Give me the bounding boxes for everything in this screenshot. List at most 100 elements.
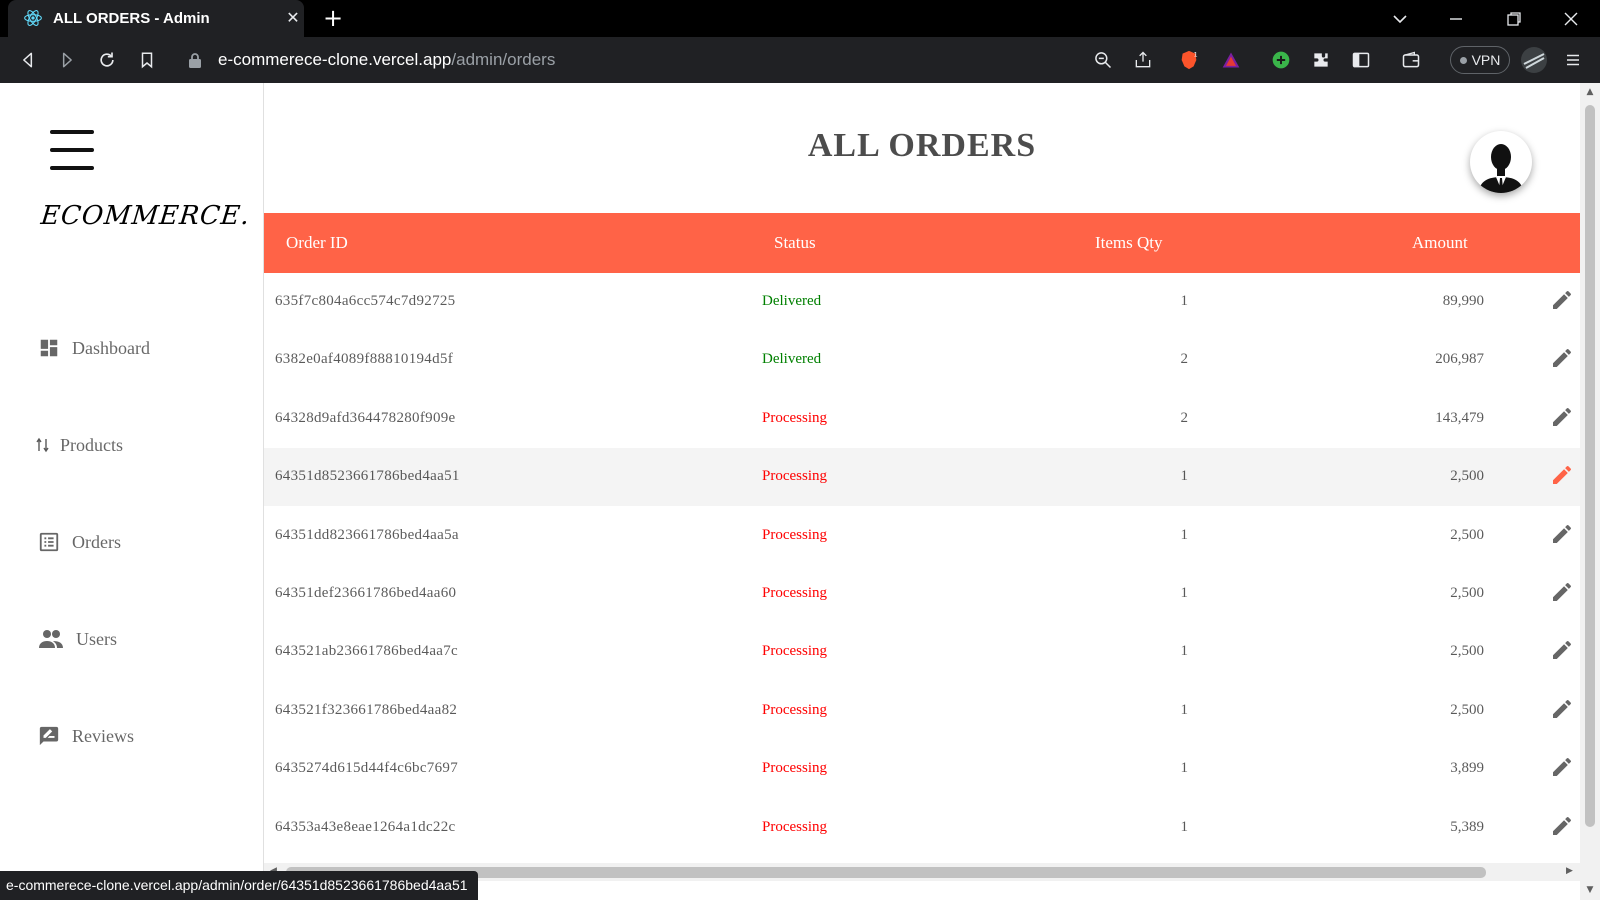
sidebar-item-users[interactable]: Users: [38, 624, 117, 654]
amount-cell: 2,500: [1450, 701, 1484, 718]
admin-sidebar: ECOMMERCE. Dashboard Products Orders Use…: [0, 83, 264, 900]
status-cell: Processing: [762, 409, 827, 426]
status-cell: Processing: [762, 701, 827, 718]
reload-icon: [100, 52, 114, 67]
brave-shields-button[interactable]: 1: [1178, 49, 1200, 71]
status-cell: Processing: [762, 585, 827, 601]
extensions-button[interactable]: [1310, 49, 1332, 71]
restore-icon[interactable]: [1502, 7, 1526, 31]
minimize-icon[interactable]: [1444, 7, 1468, 31]
table-row[interactable]: 64351d8523661786bed4aa51 Processing 1 2,500: [264, 448, 1580, 507]
green-plus-circle-icon: [1272, 51, 1290, 69]
share-icon: [1135, 51, 1151, 68]
people-icon: [38, 628, 64, 650]
vertical-scrollbar-thumb[interactable]: [1585, 105, 1595, 827]
status-cell: Processing: [762, 760, 827, 777]
status-cell: Delivered: [762, 351, 822, 368]
back-button[interactable]: [15, 47, 41, 73]
order-id-cell: 6382e0af4089f88810194d5f: [275, 351, 454, 368]
sidebar-item-products[interactable]: Products: [36, 430, 123, 460]
table-row[interactable]: 64328d9afd364478280f909e Processing 2 143,4…: [264, 390, 1580, 448]
edit-pencil-icon[interactable]: [1550, 755, 1574, 779]
sidebar-item-orders[interactable]: Orders: [38, 527, 121, 557]
sidebar-item-reviews[interactable]: Reviews: [38, 721, 134, 751]
amount-cell: 5,389: [1450, 818, 1484, 835]
amount-cell: 89,990: [1442, 293, 1484, 309]
column-header-status[interactable]: Status: [774, 233, 816, 253]
vpn-label: VPN: [1471, 52, 1501, 68]
edit-pencil-icon[interactable]: [1550, 463, 1574, 487]
zoom-button[interactable]: [1092, 49, 1114, 71]
sidebar-panel-icon: [1352, 52, 1370, 68]
order-id-cell: 64353a43e8eae1264a1dc22c: [275, 818, 456, 835]
table-row[interactable]: 6382e0af4089f88810194d5f Delivered 2 206,98…: [264, 331, 1580, 389]
scroll-up-arrow-icon[interactable]: ▲: [1585, 87, 1595, 97]
edit-pencil-icon[interactable]: [1550, 814, 1574, 838]
scroll-right-arrow-icon[interactable]: ▶: [1566, 866, 1573, 876]
forward-arrow-icon: [62, 52, 72, 68]
wallet-button[interactable]: [1400, 49, 1422, 71]
vpn-status-dot: [1459, 56, 1467, 64]
bookmark-button[interactable]: [134, 47, 160, 73]
table-row[interactable]: 635f7c804a6cc574c7d92725 Delivered 1 89,990: [264, 273, 1580, 331]
sidebar-item-dashboard[interactable]: Dashboard: [38, 333, 150, 363]
amount-cell: 3,899: [1450, 760, 1484, 777]
status-cell: Processing: [762, 526, 827, 543]
order-id-cell: 635f7c804a6cc574c7d92725: [275, 293, 456, 309]
admin-page: ECOMMERCE. Dashboard Products Orders Use…: [0, 83, 1600, 900]
address-bar[interactable]: e-commerece-clone.vercel.app/admin/order…: [178, 43, 1178, 77]
browser-menu-button[interactable]: [1562, 49, 1584, 71]
extension-green-button[interactable]: [1270, 49, 1292, 71]
browser-toolbar: e-commerece-clone.vercel.app/admin/order…: [0, 37, 1600, 83]
table-row[interactable]: 6435274d615d44f4c6bc7697 Processing 1 3,899: [264, 740, 1580, 798]
sidebar-item-label: Users: [76, 628, 117, 649]
list-alt-icon: [38, 531, 60, 553]
table-row[interactable]: 643521ab23661786bed4aa7c Processing 1 2,500: [264, 623, 1580, 681]
profile-button[interactable]: [1520, 46, 1548, 74]
sidebar-toggle-button[interactable]: [1350, 49, 1372, 71]
page-title: ALL ORDERS: [807, 127, 1037, 164]
column-header-order-id[interactable]: Order ID: [286, 233, 348, 253]
edit-pencil-icon[interactable]: [1550, 697, 1574, 721]
edit-pencil-icon[interactable]: [1550, 522, 1574, 546]
hamburger-menu-icon: [1567, 54, 1579, 66]
brave-lion-icon: 1: [1181, 50, 1198, 70]
tab-close-icon[interactable]: ✕: [284, 9, 302, 27]
new-tab-button[interactable]: +: [322, 6, 344, 30]
edit-pencil-icon[interactable]: [1550, 580, 1574, 604]
items-qty-cell: 2: [1180, 351, 1189, 368]
amount-cell: 2,500: [1450, 526, 1484, 543]
column-header-items-qty[interactable]: Items Qty: [1095, 233, 1163, 253]
vertical-scrollbar[interactable]: ▲ ▼: [1580, 83, 1600, 900]
vpn-button[interactable]: VPN: [1450, 46, 1510, 74]
sidebar-menu-toggle-icon[interactable]: [50, 130, 94, 170]
order-id-cell: 64351d8523661786bed4aa51: [275, 468, 460, 485]
edit-pencil-icon[interactable]: [1550, 638, 1574, 662]
tab-search-chevron-icon[interactable]: [1388, 7, 1412, 31]
table-row[interactable]: 64353a43e8eae1264a1dc22c Processing 1 5,389: [264, 799, 1580, 857]
forward-button[interactable]: [54, 47, 80, 73]
order-id-cell: 643521f323661786bed4aa82: [275, 701, 458, 718]
browser-tab[interactable]: ALL ORDERS - Admin ✕: [8, 0, 304, 37]
edit-pencil-icon[interactable]: [1550, 288, 1574, 312]
amount-cell: 206,987: [1435, 351, 1484, 368]
order-id-cell: 64351def23661786bed4aa60: [275, 585, 457, 601]
edit-pencil-icon[interactable]: [1550, 405, 1574, 429]
reload-button[interactable]: [94, 47, 120, 73]
window-close-icon[interactable]: [1559, 7, 1583, 31]
table-row[interactable]: 64351dd823661786bed4aa5a Processing 1 2,500: [264, 507, 1580, 565]
table-row[interactable]: 643521f323661786bed4aa82 Processing 1 2,500: [264, 682, 1580, 740]
scroll-down-arrow-icon[interactable]: ▼: [1585, 885, 1595, 895]
table-row[interactable]: 64351def23661786bed4aa60 Processing 1 2,500: [264, 565, 1580, 623]
amount-cell: 143,479: [1435, 409, 1484, 426]
amount-cell: 2,500: [1450, 585, 1484, 601]
brave-rewards-button[interactable]: [1220, 49, 1242, 71]
share-button[interactable]: [1132, 49, 1154, 71]
ecommerce-logo[interactable]: ECOMMERCE.: [39, 201, 251, 231]
wallet-icon: [1402, 51, 1420, 68]
dashboard-icon: [38, 337, 60, 359]
lock-icon[interactable]: [188, 52, 202, 68]
column-header-amount[interactable]: Amount: [1412, 233, 1468, 253]
edit-pencil-icon[interactable]: [1550, 346, 1574, 370]
user-avatar[interactable]: [1470, 131, 1532, 193]
